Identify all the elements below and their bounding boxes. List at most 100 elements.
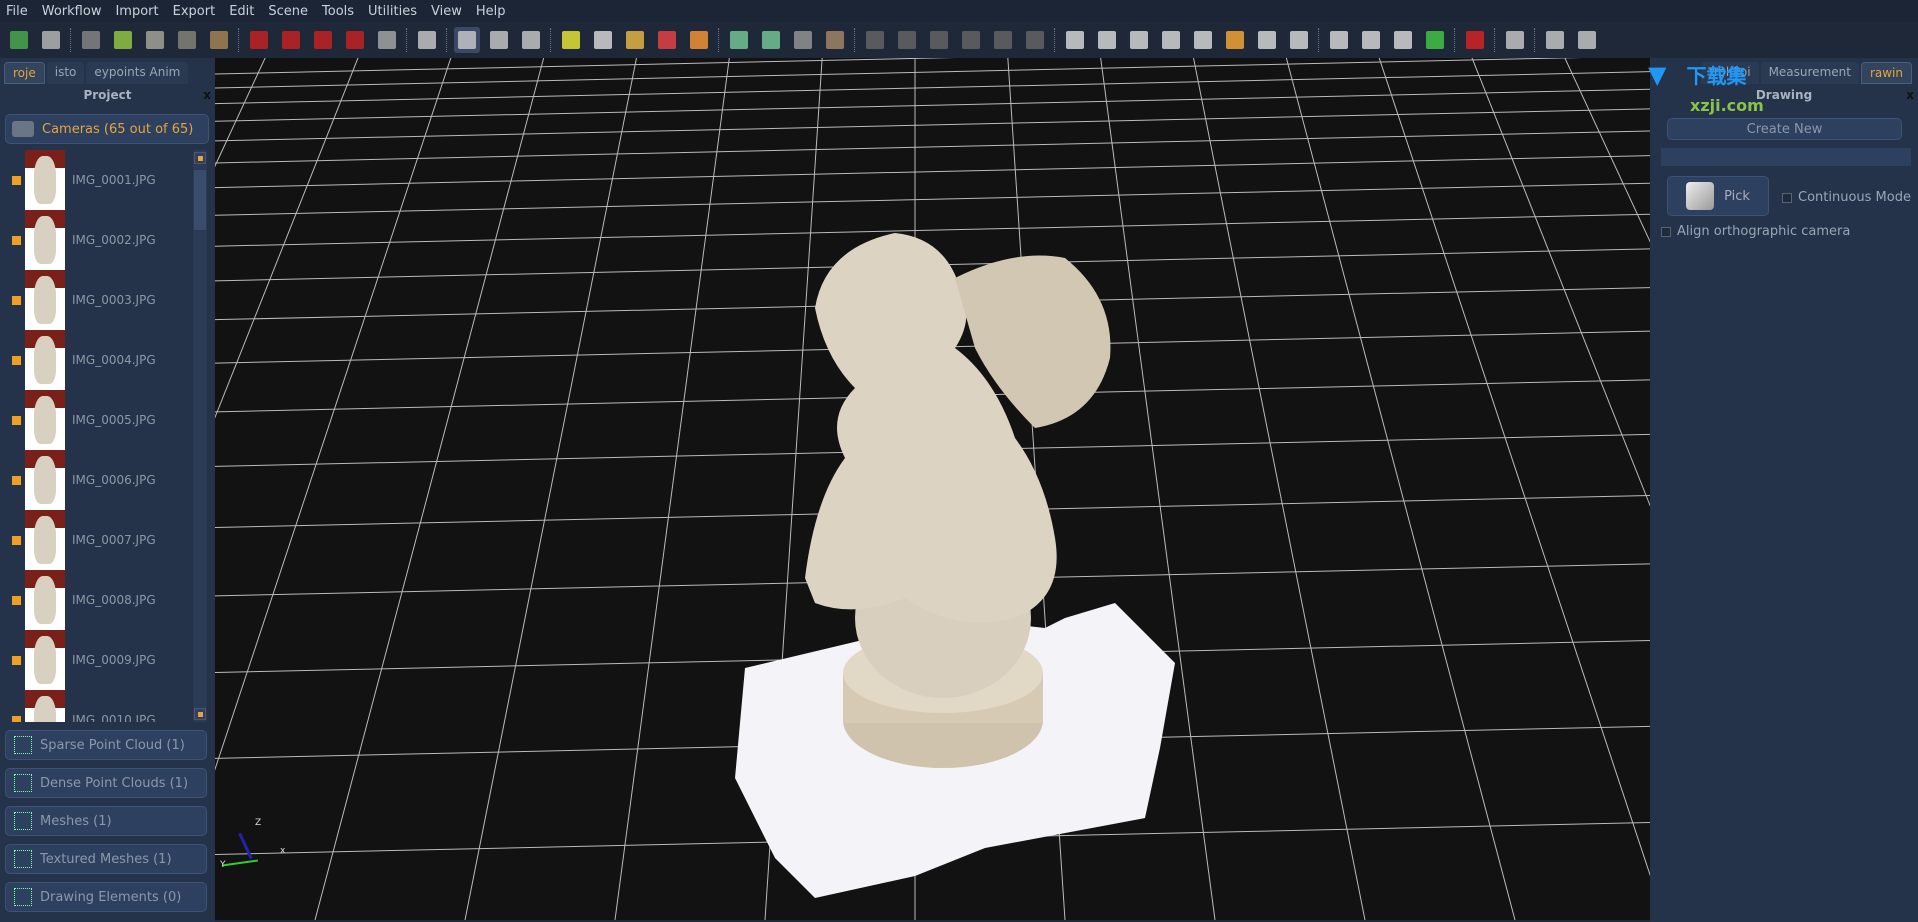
enabled-indicator[interactable] xyxy=(12,235,21,245)
dense-cloud-button[interactable] xyxy=(142,27,168,53)
mask-button[interactable] xyxy=(1542,27,1568,53)
orbit-button[interactable] xyxy=(454,27,480,53)
checkbox[interactable] xyxy=(1782,192,1792,203)
paint-select-button[interactable] xyxy=(958,27,984,53)
camera-item[interactable]: IMG_0005.JPG xyxy=(0,390,200,450)
enabled-indicator[interactable] xyxy=(12,415,21,425)
undo-button[interactable] xyxy=(990,27,1016,53)
redo-button[interactable] xyxy=(1022,27,1048,53)
align-orthographic-checkbox[interactable]: Align orthographic camera xyxy=(1661,224,1850,239)
category-sparse-cloud[interactable]: Sparse Point Cloud (1) xyxy=(5,730,207,760)
delete-mesh-button[interactable] xyxy=(310,27,336,53)
axis-button[interactable] xyxy=(1422,27,1448,53)
category-drawing[interactable]: Drawing Elements (0) xyxy=(5,882,207,912)
select-points-button[interactable] xyxy=(1062,27,1088,53)
tab-1[interactable]: Measurement xyxy=(1760,62,1859,84)
filter-points-button[interactable] xyxy=(374,27,400,53)
close-icon[interactable]: x xyxy=(1906,84,1914,106)
drawing-name-field[interactable] xyxy=(1661,148,1911,166)
category-dense-cloud[interactable]: Dense Point Clouds (1) xyxy=(5,768,207,798)
gizmo-button[interactable] xyxy=(1326,27,1352,53)
mesh-button[interactable] xyxy=(174,27,200,53)
delete-selection-button[interactable] xyxy=(1286,27,1312,53)
invert-selection-button[interactable] xyxy=(1158,27,1184,53)
image-button[interactable] xyxy=(78,27,104,53)
help-button[interactable] xyxy=(1574,27,1600,53)
show-mesh-button[interactable] xyxy=(790,27,816,53)
box-select-button[interactable] xyxy=(894,27,920,53)
points-mode-button[interactable] xyxy=(590,27,616,53)
delete-textured-button[interactable] xyxy=(342,27,368,53)
shrink-selection-button[interactable] xyxy=(1222,27,1248,53)
camera-item[interactable]: IMG_0003.JPG xyxy=(0,270,200,330)
scroll-down-button[interactable] xyxy=(194,708,206,720)
rgb-select-button[interactable] xyxy=(1126,27,1152,53)
enabled-indicator[interactable] xyxy=(12,715,21,722)
menu-help[interactable]: Help xyxy=(476,4,506,19)
new-project-button[interactable] xyxy=(6,27,32,53)
menu-view[interactable]: View xyxy=(431,4,462,19)
crop-button[interactable] xyxy=(1254,27,1280,53)
camera-item[interactable]: IMG_0008.JPG xyxy=(0,570,200,630)
menu-file[interactable]: File xyxy=(6,4,28,19)
show-sparse-button[interactable] xyxy=(726,27,752,53)
scrollbar-thumb[interactable] xyxy=(194,170,206,230)
3d-viewport[interactable]: Z x Y xyxy=(215,58,1650,920)
tab-1[interactable]: isto xyxy=(46,62,85,84)
camera-button[interactable] xyxy=(414,27,440,53)
scroll-up-button[interactable] xyxy=(194,152,206,164)
camera-item[interactable]: IMG_0009.JPG xyxy=(0,630,200,690)
show-textured-button[interactable] xyxy=(822,27,848,53)
category-textured-mesh[interactable]: Textured Meshes (1) xyxy=(5,844,207,874)
scrollbar[interactable] xyxy=(193,150,207,722)
camera-item[interactable]: IMG_0001.JPG xyxy=(0,150,200,210)
menu-export[interactable]: Export xyxy=(173,4,216,19)
stereo-button[interactable] xyxy=(1462,27,1488,53)
save-button[interactable] xyxy=(38,27,64,53)
tab-0[interactable]: roje xyxy=(4,62,45,84)
camera-item[interactable]: IMG_0010.JPG xyxy=(0,690,200,722)
lasso-button[interactable] xyxy=(926,27,952,53)
enabled-indicator[interactable] xyxy=(12,355,21,365)
enabled-indicator[interactable] xyxy=(12,535,21,545)
camera-item[interactable]: IMG_0002.JPG xyxy=(0,210,200,270)
delete-sparse-button[interactable] xyxy=(246,27,272,53)
light-button[interactable] xyxy=(558,27,584,53)
show-dense-button[interactable] xyxy=(758,27,784,53)
pick-button[interactable]: Pick xyxy=(1667,176,1769,216)
camera-item[interactable]: IMG_0007.JPG xyxy=(0,510,200,570)
tab-2[interactable]: rawin xyxy=(1860,62,1912,84)
camera-item[interactable]: IMG_0006.JPG xyxy=(0,450,200,510)
menu-import[interactable]: Import xyxy=(115,4,158,19)
cameras-button[interactable]: Cameras (65 out of 65) xyxy=(5,114,209,144)
wireframe-mode-button[interactable] xyxy=(622,27,648,53)
select-button[interactable] xyxy=(862,27,888,53)
menu-tools[interactable]: Tools xyxy=(322,4,354,19)
enabled-indicator[interactable] xyxy=(12,475,21,485)
rotate-button[interactable] xyxy=(486,27,512,53)
plane-button[interactable] xyxy=(1390,27,1416,53)
enabled-indicator[interactable] xyxy=(12,175,21,185)
enabled-indicator[interactable] xyxy=(12,655,21,665)
menu-edit[interactable]: Edit xyxy=(229,4,254,19)
color-mode-button[interactable] xyxy=(654,27,680,53)
continuous-mode-checkbox[interactable]: Continuous Mode xyxy=(1782,190,1911,205)
enabled-indicator[interactable] xyxy=(12,295,21,305)
menu-workflow[interactable]: Workflow xyxy=(42,4,102,19)
sparse-cloud-button[interactable] xyxy=(110,27,136,53)
textured-mesh-button[interactable] xyxy=(206,27,232,53)
delete-dense-button[interactable] xyxy=(278,27,304,53)
texture-mode-button[interactable] xyxy=(686,27,712,53)
deselect-button[interactable] xyxy=(1094,27,1120,53)
category-mesh[interactable]: Meshes (1) xyxy=(5,806,207,836)
tab-2[interactable]: eypoints Anim xyxy=(86,62,189,84)
wasd-button[interactable] xyxy=(518,27,544,53)
close-icon[interactable]: x xyxy=(203,84,211,106)
menu-scene[interactable]: Scene xyxy=(268,4,308,19)
create-new-button[interactable]: Create New xyxy=(1667,118,1902,140)
enabled-indicator[interactable] xyxy=(12,595,21,605)
grow-selection-button[interactable] xyxy=(1190,27,1216,53)
menu-utilities[interactable]: Utilities xyxy=(368,4,417,19)
tools-button[interactable] xyxy=(1502,27,1528,53)
camera-item[interactable]: IMG_0004.JPG xyxy=(0,330,200,390)
